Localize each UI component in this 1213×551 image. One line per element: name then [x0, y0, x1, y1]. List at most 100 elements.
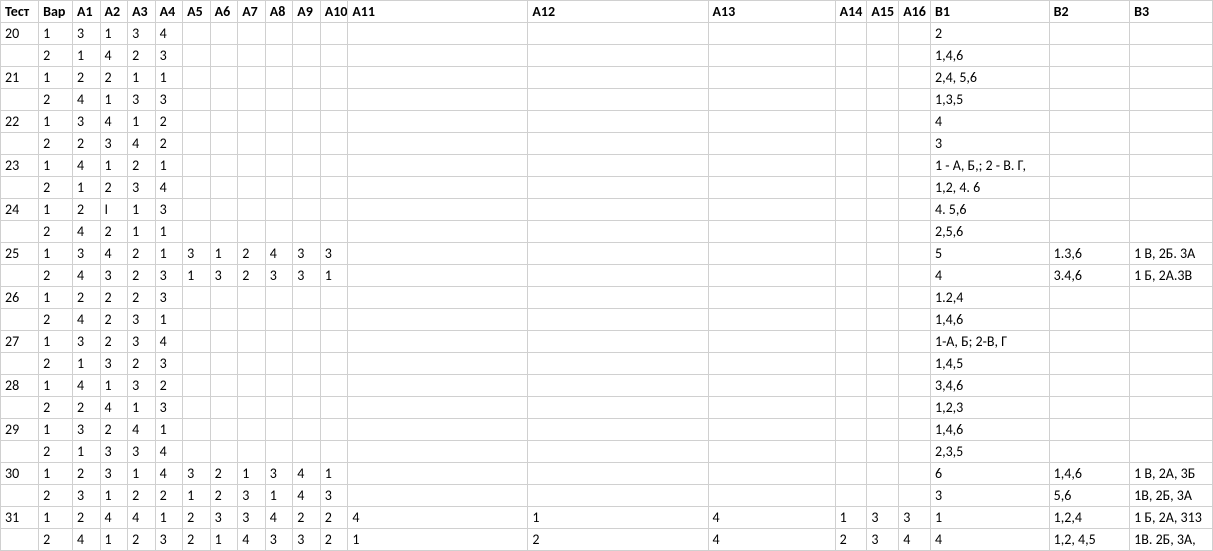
cell-a2: 2: [100, 309, 128, 331]
cell-a16: [899, 309, 931, 331]
cell-b3: 1 Б, 2А.3В: [1130, 265, 1213, 287]
cell-a16: [899, 199, 931, 221]
cell-b3: [1130, 287, 1213, 309]
cell-b1: 1-А, Б; 2-В, Г: [930, 331, 1049, 353]
cell-b2: [1049, 221, 1130, 243]
cell-a13: [708, 133, 835, 155]
cell-a4: 4: [155, 441, 183, 463]
cell-a3: 4: [128, 419, 156, 441]
cell-a11: [348, 419, 528, 441]
cell-a15: [867, 23, 899, 45]
cell-a1: 4: [73, 375, 101, 397]
cell-a2: 1: [100, 529, 128, 551]
cell-a3: 2: [128, 45, 156, 67]
cell-a1: 1: [73, 177, 101, 199]
table-row: 213231,4,5: [1, 353, 1213, 375]
cell-a12: [528, 353, 708, 375]
cell-a16: [899, 397, 931, 419]
cell-a8: [265, 177, 293, 199]
cell-a1: 4: [73, 155, 101, 177]
cell-b3: [1130, 155, 1213, 177]
cell-a11: 4: [348, 507, 528, 529]
table-row: 242311,4,6: [1, 309, 1213, 331]
cell-var: 2: [39, 265, 73, 287]
cell-test: [1, 177, 39, 199]
cell-a8: 1: [265, 485, 293, 507]
cell-a1: 2: [73, 133, 101, 155]
cell-a1: 3: [73, 485, 101, 507]
cell-a14: [835, 331, 867, 353]
cell-a4: 1: [155, 221, 183, 243]
cell-a3: 3: [128, 441, 156, 463]
cell-a16: 4: [899, 529, 931, 551]
cell-a4: 1: [155, 507, 183, 529]
cell-a9: [293, 133, 321, 155]
cell-a4: 2: [155, 485, 183, 507]
col-a2: A2: [100, 1, 128, 23]
cell-a10: [320, 353, 348, 375]
table-row: 242112,5,6: [1, 221, 1213, 243]
cell-a7: [238, 199, 266, 221]
cell-a1: 1: [73, 441, 101, 463]
table-row: 2432313233143.4,61 Б, 2А.3В: [1, 265, 1213, 287]
cell-a6: 3: [210, 265, 238, 287]
cell-a4: 3: [155, 529, 183, 551]
cell-a13: [708, 177, 835, 199]
cell-a16: [899, 265, 931, 287]
cell-a15: [867, 287, 899, 309]
cell-a15: [867, 419, 899, 441]
cell-a6: [210, 375, 238, 397]
cell-a6: [210, 397, 238, 419]
cell-a4: 3: [155, 265, 183, 287]
cell-a11: [348, 45, 528, 67]
cell-a4: 3: [155, 45, 183, 67]
cell-a14: [835, 463, 867, 485]
cell-a8: 4: [265, 507, 293, 529]
cell-a12: [528, 375, 708, 397]
cell-a3: 1: [128, 397, 156, 419]
cell-a12: [528, 331, 708, 353]
cell-a16: [899, 177, 931, 199]
table-row: 28141323,4,6: [1, 375, 1213, 397]
cell-a8: [265, 133, 293, 155]
cell-a6: [210, 309, 238, 331]
cell-test: 21: [1, 67, 39, 89]
cell-a3: 3: [128, 89, 156, 111]
cell-a1: 2: [73, 507, 101, 529]
cell-b2: [1049, 287, 1130, 309]
cell-b2: 5,6: [1049, 485, 1130, 507]
cell-a2: I: [100, 199, 128, 221]
cell-a14: [835, 353, 867, 375]
cell-a5: [183, 89, 211, 111]
cell-var: 2: [39, 397, 73, 419]
cell-a12: [528, 89, 708, 111]
cell-a6: [210, 419, 238, 441]
cell-a4: 1: [155, 243, 183, 265]
cell-b2: [1049, 331, 1130, 353]
col-test: Тест: [1, 1, 39, 23]
col-a14: A14: [835, 1, 867, 23]
cell-a12: [528, 463, 708, 485]
cell-a5: [183, 441, 211, 463]
cell-a13: [708, 463, 835, 485]
cell-a2: 1: [100, 155, 128, 177]
cell-a10: 2: [320, 507, 348, 529]
cell-a14: [835, 441, 867, 463]
cell-a4: 2: [155, 375, 183, 397]
cell-a6: 1: [210, 243, 238, 265]
cell-a11: [348, 155, 528, 177]
cell-a10: [320, 111, 348, 133]
cell-a10: [320, 67, 348, 89]
cell-var: 2: [39, 89, 73, 111]
cell-a3: 4: [128, 507, 156, 529]
cell-a10: [320, 375, 348, 397]
cell-a8: [265, 441, 293, 463]
cell-a14: [835, 177, 867, 199]
cell-var: 2: [39, 353, 73, 375]
cell-var: 1: [39, 463, 73, 485]
cell-test: 31: [1, 507, 39, 529]
cell-a6: 2: [210, 485, 238, 507]
cell-a3: 1: [128, 221, 156, 243]
cell-a9: 4: [293, 485, 321, 507]
table-row: 2312212314335,61В, 2Б, 3А: [1, 485, 1213, 507]
